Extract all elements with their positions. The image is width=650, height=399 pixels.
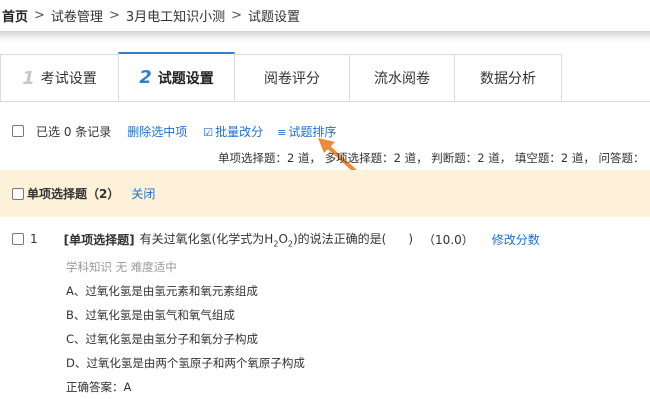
breadcrumb-separator: > <box>231 7 243 23</box>
option-a: A、过氧化氢是由氢元素和氧元素组成 <box>66 284 258 298</box>
question-stem: 有关过氧化氢(化学式为H2O2)的说法正确的是( <box>140 230 387 248</box>
breadcrumb-separator: > <box>34 7 45 23</box>
question-checkbox[interactable] <box>12 233 24 245</box>
option-c: C、过氧化氢是由氢分子和氧分子构成 <box>66 332 259 346</box>
tab-exam-settings[interactable]: 1 考试设置 <box>0 54 119 101</box>
breadcrumb: 首页 > 试卷管理 > 3月电工知识小测 > 试题设置 <box>0 0 650 30</box>
question-toolbar: 已选 0 条记录 删除选中项 ☑ 批量改分 ≡ 试题排序 <box>12 122 336 140</box>
question-score: （10.0） <box>423 232 474 247</box>
section-select-checkbox[interactable] <box>12 187 24 200</box>
section-close-link[interactable]: 关闭 <box>131 185 155 202</box>
tab-step-number: 1 <box>22 67 35 89</box>
question-item: 1 [单项选择题] 有关过氧化氢(化学式为H2O2)的说法正确的是( ) （10… <box>12 230 642 394</box>
question-number: 1 <box>30 232 38 246</box>
answer-blank-paren: ) <box>408 232 414 246</box>
tab-pipeline-grading[interactable]: 流水阅卷 <box>349 54 455 101</box>
question-header: 1 [单项选择题] 有关过氧化氢(化学式为H2O2)的说法正确的是( ) （10… <box>12 230 642 248</box>
edit-square-icon: ☑ <box>203 125 214 139</box>
tab-label: 阅卷评分 <box>264 71 320 87</box>
batch-score-label: 批量改分 <box>215 124 264 139</box>
tab-grading[interactable]: 阅卷评分 <box>234 54 350 101</box>
step-tabs: 1 考试设置 2 试题设置 阅卷评分 流水阅卷 数据分析 <box>0 52 650 102</box>
select-all-checkbox[interactable] <box>12 125 24 137</box>
section-title: 单项选择题（2） <box>27 187 120 201</box>
correct-answer: 正确答案：A <box>66 380 132 394</box>
delete-selected-link[interactable]: 删除选中项 <box>127 123 187 140</box>
question-meta: 学科知识 无 难度适中 <box>66 260 177 274</box>
tab-question-settings[interactable]: 2 试题设置 <box>118 52 235 101</box>
question-stem-part: O <box>278 231 288 246</box>
tab-label: 数据分析 <box>480 71 536 87</box>
batch-score-link[interactable]: ☑ 批量改分 <box>203 123 263 140</box>
question-stem-part: )的说法正确的是( <box>292 231 387 246</box>
section-single-choice: 单项选择题（2） 关闭 <box>0 170 650 217</box>
header-shadow-divider <box>0 31 650 43</box>
edit-score-link[interactable]: 修改分数 <box>492 231 540 248</box>
question-type-tag: [单项选择题] <box>63 232 135 247</box>
breadcrumb-home[interactable]: 首页 <box>2 6 28 25</box>
question-type-summary: 单项选择题：2 道， 多项选择题：2 道， 判断题：2 道， 填空题：2 道， … <box>218 151 645 165</box>
tab-data-analysis[interactable]: 数据分析 <box>454 54 562 101</box>
breadcrumb-item-exam[interactable]: 3月电工知识小测 <box>126 6 225 25</box>
breadcrumb-separator: > <box>108 7 120 23</box>
tab-label: 考试设置 <box>40 71 97 87</box>
breadcrumb-item-current: 试题设置 <box>248 9 301 25</box>
tab-label: 流水阅卷 <box>374 71 430 87</box>
tab-step-number: 2 <box>139 67 152 88</box>
selected-count-text: 已选 0 条记录 <box>36 124 112 139</box>
tab-label: 试题设置 <box>157 70 214 87</box>
question-stem-part: 有关过氧化氢(化学式为H <box>139 231 274 246</box>
option-d: D、过氧化氢是由两个氢原子和两个氧原子构成 <box>66 356 305 370</box>
breadcrumb-item-exam-management[interactable]: 试卷管理 <box>51 6 103 25</box>
list-lines-icon: ≡ <box>277 125 287 139</box>
option-b: B、过氧化氢是由氢气和氧气组成 <box>66 308 235 322</box>
